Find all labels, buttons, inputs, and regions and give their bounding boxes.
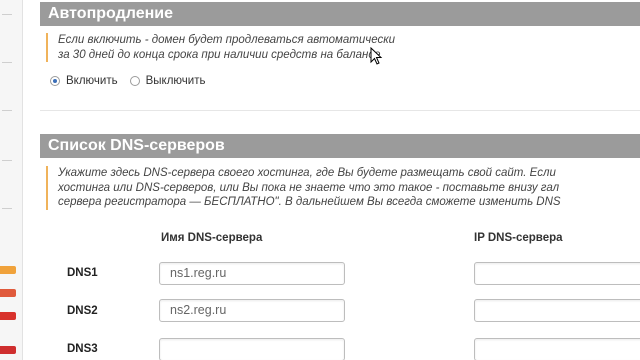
autoprolong-notice-line: Если включить - домен будет продлеваться… xyxy=(58,34,396,46)
radio-enable-label[interactable]: Включить xyxy=(66,75,118,87)
dns-name-column-header: Имя DNS-сервера xyxy=(161,232,263,244)
dns1-label: DNS1 xyxy=(67,267,98,279)
dns1-name-input[interactable]: ns1.reg.ru xyxy=(159,262,345,285)
autoprolong-header: Автопродление xyxy=(40,2,640,26)
autoprolong-notice: Если включить - домен будет продлеваться… xyxy=(46,33,640,62)
dns1-ip-input[interactable] xyxy=(474,262,640,285)
sidebar-divider xyxy=(2,160,12,161)
dns2-ip-input[interactable] xyxy=(474,299,640,322)
radio-enable[interactable] xyxy=(50,76,60,86)
left-sidebar xyxy=(0,0,23,360)
dns2-name-input[interactable]: ns2.reg.ru xyxy=(159,299,345,322)
sidebar-badge xyxy=(0,289,16,297)
dns-header: Список DNS-серверов xyxy=(40,134,640,158)
sidebar-badge xyxy=(0,312,16,320)
content-area: Автопродление Если включить - домен буде… xyxy=(40,0,640,360)
dns-notice: Укажите здесь DNS-сервера своего хостинг… xyxy=(46,166,640,210)
dns2-label: DNS2 xyxy=(67,305,98,317)
autoprolong-notice-line: за 30 дней до конца срока при наличии ср… xyxy=(58,48,381,61)
autoprolong-radio-group: Включить Выключить xyxy=(50,73,217,89)
radio-disable-label[interactable]: Выключить xyxy=(146,75,206,87)
mouse-cursor-icon xyxy=(370,47,383,65)
dns-notice-line: хостинга или DNS-серверов, или Вы пока н… xyxy=(58,181,560,194)
dns3-name-input[interactable] xyxy=(159,338,345,360)
radio-disable[interactable] xyxy=(129,76,140,86)
page: Автопродление Если включить - домен буде… xyxy=(0,0,640,360)
sidebar-divider xyxy=(2,62,12,63)
dns-ip-column-header: IP DNS-сервера xyxy=(474,232,563,244)
sidebar-badge xyxy=(0,266,16,274)
sidebar-divider xyxy=(2,208,12,209)
dns-notice-line: сервера регистратора — БЕСПЛАТНО". В дал… xyxy=(58,196,561,208)
dns3-label: DNS3 xyxy=(67,343,98,355)
sidebar-divider xyxy=(2,110,12,111)
sidebar-divider xyxy=(2,14,12,15)
sidebar-badge xyxy=(0,346,16,354)
dns-notice-line: Укажите здесь DNS-сервера своего хостинг… xyxy=(58,167,556,179)
section-divider xyxy=(40,110,640,111)
dns3-ip-input[interactable] xyxy=(474,338,640,360)
